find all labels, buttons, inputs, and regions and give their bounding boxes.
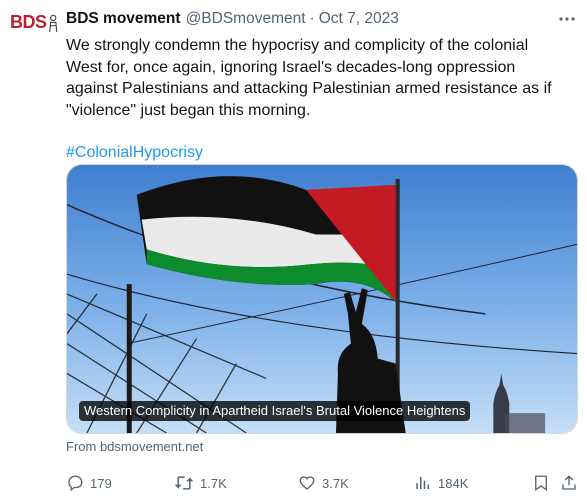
views-count: 184K — [438, 475, 469, 491]
link-card[interactable]: Western Complicity in Apartheid Israel's… — [66, 164, 578, 434]
separator-dot: · — [309, 10, 315, 27]
card-source[interactable]: From bdsmovement.net — [66, 439, 203, 454]
display-name[interactable]: BDS movement — [66, 10, 181, 28]
repost-count: 1.7K — [200, 475, 227, 491]
tweet-text: We strongly condemn the hypocrisy and co… — [66, 37, 552, 119]
repost-button[interactable]: 1.7K — [174, 470, 227, 496]
hashtag-link[interactable]: #ColonialHypocrisy — [66, 142, 578, 163]
bookmark-button[interactable] — [532, 470, 556, 496]
tweet-header: BDS movement @BDSmovement · Oct 7, 2023 — [66, 8, 578, 30]
reply-icon — [68, 475, 83, 492]
like-count: 3.7K — [322, 475, 349, 491]
avatar[interactable]: BDS — [10, 10, 58, 58]
views-chart-icon — [416, 477, 429, 489]
reply-button[interactable]: 179 — [66, 470, 112, 496]
user-handle[interactable]: @BDSmovement — [186, 10, 306, 28]
reply-count: 179 — [90, 475, 112, 491]
logo-figure-icon — [48, 14, 57, 32]
avatar-logo-text: BDS — [10, 12, 47, 32]
tweet[interactable]: BDS movement @BDSmovement · Oct 7, 2023 … — [66, 8, 578, 492]
card-title: Western Complicity in Apartheid Israel's… — [79, 401, 471, 421]
more-options-icon[interactable] — [556, 8, 578, 30]
tweet-actions: 179 1.7K 3.7K 184K — [66, 470, 578, 496]
share-icon — [562, 475, 576, 490]
repost-icon — [175, 476, 193, 490]
heart-icon — [299, 476, 315, 490]
card-image — [67, 165, 577, 433]
bookmark-icon — [535, 475, 547, 492]
like-button[interactable]: 3.7K — [298, 470, 349, 496]
tweet-date[interactable]: Oct 7, 2023 — [319, 10, 399, 28]
views-button[interactable]: 184K — [414, 470, 468, 496]
share-button[interactable] — [560, 470, 584, 496]
